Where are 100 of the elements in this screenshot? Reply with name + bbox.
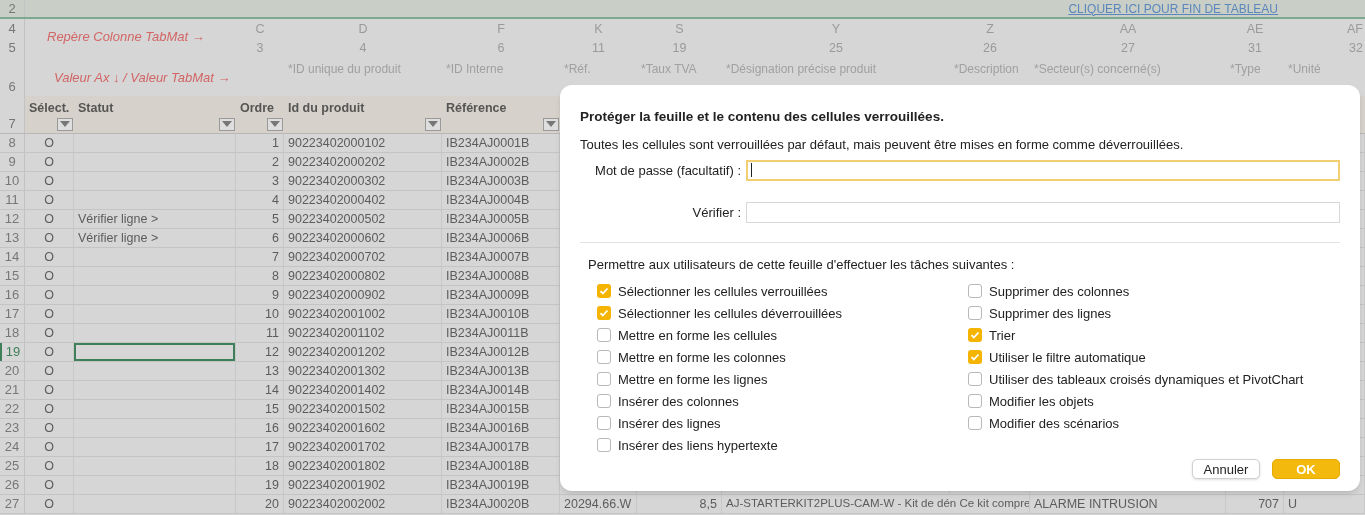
- row-number: 6: [8, 77, 16, 96]
- table-cell: O: [44, 476, 54, 494]
- table-cell: 12: [265, 343, 279, 361]
- table-cell: 4: [272, 191, 279, 209]
- table-cell: 90223402000902: [288, 286, 386, 304]
- table-cell: IB234AJ0014B: [446, 381, 530, 399]
- checkbox[interactable]: [597, 306, 611, 321]
- table-cell: IB234AJ0012B: [446, 343, 530, 361]
- checkbox[interactable]: [968, 284, 982, 299]
- table-cell: 90223402001102: [288, 324, 385, 342]
- table-cell: O: [44, 267, 54, 285]
- column-number: 27: [1121, 39, 1135, 57]
- checkbox[interactable]: [597, 284, 611, 299]
- checkbox[interactable]: [968, 394, 982, 409]
- row-number: 10: [4, 172, 20, 191]
- checkbox[interactable]: [597, 328, 611, 343]
- link[interactable]: CLIQUER ICI POUR FIN DE TABLEAU: [1068, 0, 1278, 18]
- row-number: 16: [4, 286, 20, 305]
- filter-button[interactable]: [543, 117, 559, 131]
- table-cell: IB234AJ0016B: [446, 419, 530, 437]
- table-cell: 1: [272, 134, 279, 152]
- table-cell: IB234AJ0020B: [446, 495, 530, 513]
- row-number: 13: [4, 229, 20, 248]
- table-cell: O: [44, 362, 54, 380]
- filter-button[interactable]: [425, 117, 441, 131]
- dialog-description: Toutes les cellules sont verrouillées par défaut, mais peuvent être mises en forme comme déverrouillées.: [580, 136, 1185, 155]
- table-cell: IB234AJ0008B: [446, 267, 530, 285]
- table-cell: 707: [1258, 495, 1279, 513]
- column-number: 6: [497, 39, 505, 57]
- row-number: 18: [4, 324, 20, 343]
- row-number: 12: [4, 210, 20, 229]
- dialog-button[interactable]: OK: [1272, 459, 1340, 479]
- table-cell: O: [44, 324, 54, 342]
- table-cell: IB234AJ0006B: [446, 229, 530, 247]
- column-header: Référence: [446, 100, 508, 117]
- table-cell: 6: [272, 229, 279, 247]
- row-number: 24: [4, 438, 20, 457]
- checkmark-icon: [599, 286, 609, 297]
- column-number: 32: [1349, 39, 1363, 57]
- caret-down-icon: [428, 121, 438, 128]
- column-header: Id du produit: [288, 100, 366, 117]
- checkbox[interactable]: [597, 416, 611, 431]
- column-letter: Z: [986, 20, 994, 38]
- table-cell: 7: [272, 248, 279, 266]
- table-cell: Vérifier ligne >: [78, 210, 159, 228]
- caret-down-icon: [222, 121, 232, 128]
- checkbox[interactable]: [597, 350, 611, 365]
- column-letter: S: [675, 20, 684, 38]
- table-cell: O: [44, 229, 54, 247]
- field-label: Mot de passe (facultatif) :: [594, 161, 742, 180]
- checkbox[interactable]: [968, 416, 982, 431]
- table-cell: 9: [272, 286, 279, 304]
- table-cell: IB234AJ0018B: [446, 457, 530, 475]
- table-cell: O: [44, 343, 54, 361]
- table-cell: IB234AJ0015B: [446, 400, 530, 418]
- checkbox[interactable]: [597, 394, 611, 409]
- filter-button[interactable]: [57, 117, 73, 131]
- input-field[interactable]: [746, 159, 1340, 181]
- table-cell: IB234AJ0010B: [446, 305, 530, 323]
- table-cell: 90223402001802: [288, 457, 386, 475]
- filter-button[interactable]: [219, 117, 235, 131]
- checkmark-icon: [970, 352, 980, 363]
- table-cell: O: [44, 381, 54, 399]
- table-cell: IB234AJ0009B: [446, 286, 530, 304]
- table-cell: 2: [272, 153, 279, 171]
- checkbox[interactable]: [968, 328, 982, 343]
- column-letter: K: [594, 20, 603, 38]
- dialog-button[interactable]: Annuler: [1192, 459, 1260, 479]
- checkbox[interactable]: [597, 372, 611, 387]
- table-cell: IB234AJ0002B: [446, 153, 530, 171]
- row-number: 23: [4, 419, 20, 438]
- row-number: 11: [5, 191, 19, 210]
- table-cell: 90223402001702: [288, 438, 386, 456]
- table-cell: 90223402000802: [288, 267, 386, 285]
- checkbox[interactable]: [968, 306, 982, 321]
- checkbox[interactable]: [968, 350, 982, 365]
- checkmark-icon: [970, 330, 980, 341]
- column-header: Statut: [78, 100, 115, 117]
- table-cell: 90223402000502: [288, 210, 386, 228]
- column-number: 19: [672, 39, 687, 57]
- checkbox-label: Insérer des colonnes: [618, 392, 739, 411]
- table-cell: 8,5: [699, 495, 717, 513]
- checkbox-label: Sélectionner les cellules verrouillées: [618, 282, 828, 301]
- column-number: 26: [983, 39, 997, 57]
- annotation-label: Repère Colonne TabMat →: [47, 28, 205, 46]
- table-cell: IB234AJ0004B: [446, 191, 530, 209]
- row-number: 9: [8, 153, 16, 172]
- table-cell: 20: [265, 495, 279, 513]
- table-cell: IB234AJ0007B: [446, 248, 530, 266]
- table-cell: IB234AJ0017B: [446, 438, 530, 456]
- field-label: Vérifier :: [691, 203, 742, 222]
- table-cell: 8: [272, 267, 279, 285]
- table-cell: 90223402000302: [288, 172, 386, 190]
- table-cell: O: [44, 248, 54, 266]
- filter-button[interactable]: [267, 117, 283, 131]
- column-letter: AF: [1347, 20, 1363, 38]
- input-field[interactable]: [746, 201, 1340, 223]
- active-cell[interactable]: [74, 343, 235, 361]
- checkbox[interactable]: [597, 438, 611, 453]
- checkbox[interactable]: [968, 372, 982, 387]
